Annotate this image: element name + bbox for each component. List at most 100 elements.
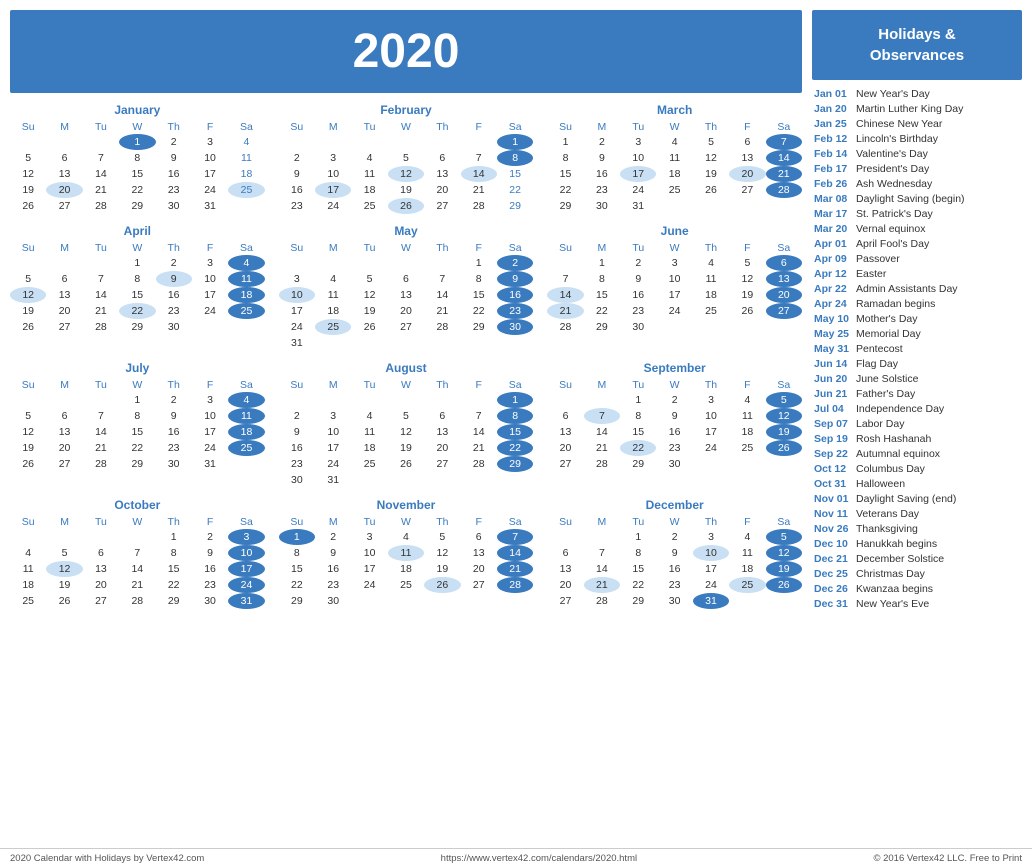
day-header: Tu — [351, 120, 387, 134]
calendar-day: 8 — [279, 545, 315, 561]
calendar-day: 14 — [424, 287, 460, 303]
calendar-day: 18 — [351, 182, 387, 198]
calendar-day: 10 — [315, 424, 351, 440]
holiday-name: Admin Assistants Day — [856, 283, 958, 295]
day-header: Su — [279, 515, 315, 529]
calendar-day: 10 — [192, 150, 228, 166]
calendar-day — [461, 392, 497, 408]
calendar-day: 18 — [228, 287, 264, 303]
calendar-day: 17 — [192, 166, 228, 182]
calendar-day: 2 — [656, 392, 692, 408]
holiday-name: New Year's Day — [856, 88, 930, 100]
holiday-item: Nov 01Daylight Saving (end) — [812, 491, 1022, 506]
day-header: Su — [279, 241, 315, 255]
calendar-day: 4 — [729, 529, 765, 545]
holiday-date: Apr 12 — [814, 268, 850, 280]
calendar-day — [424, 134, 460, 150]
calendar-day: 27 — [547, 593, 583, 609]
day-header: Su — [10, 120, 46, 134]
calendar-day: 23 — [497, 303, 533, 319]
holiday-name: Veterans Day — [856, 508, 919, 520]
month-title: May — [279, 224, 534, 238]
calendar-day: 1 — [547, 134, 583, 150]
calendar-day: 3 — [279, 271, 315, 287]
calendar-day: 26 — [729, 303, 765, 319]
calendar-day: 15 — [547, 166, 583, 182]
calendar-day: 2 — [192, 529, 228, 545]
calendar-day: 24 — [620, 182, 656, 198]
calendar-day — [584, 529, 620, 545]
day-header: M — [584, 120, 620, 134]
calendar-day: 17 — [228, 561, 264, 577]
calendar-day: 27 — [461, 577, 497, 593]
calendar-day: 24 — [351, 577, 387, 593]
calendar-day: 3 — [620, 134, 656, 150]
calendar-day: 16 — [279, 440, 315, 456]
calendar-day: 30 — [156, 198, 192, 214]
calendar-day: 14 — [497, 545, 533, 561]
holiday-name: Flag Day — [856, 358, 898, 370]
calendar-day: 15 — [119, 424, 155, 440]
calendar-day: 31 — [620, 198, 656, 214]
calendar-day: 23 — [279, 198, 315, 214]
calendar-day: 3 — [192, 255, 228, 271]
month-table: SuMTuWThFSa12345678910111213141516171819… — [279, 120, 534, 214]
holiday-date: Dec 31 — [814, 598, 850, 610]
calendar-day: 11 — [228, 408, 264, 424]
calendar-day: 1 — [461, 255, 497, 271]
calendar-day — [766, 456, 802, 472]
calendar-day: 2 — [315, 529, 351, 545]
calendar-day — [656, 198, 692, 214]
calendar-day: 8 — [620, 408, 656, 424]
calendar-day: 10 — [228, 545, 264, 561]
month-block: JulySuMTuWThFSa1234567891011121314151617… — [10, 361, 265, 488]
day-header: W — [119, 241, 155, 255]
calendar-day: 6 — [424, 408, 460, 424]
calendar-day: 12 — [388, 166, 424, 182]
calendar-day — [461, 472, 497, 488]
calendar-day: 9 — [620, 271, 656, 287]
calendar-day: 8 — [156, 545, 192, 561]
holiday-item: Mar 20Vernal equinox — [812, 221, 1022, 236]
calendar-day: 10 — [351, 545, 387, 561]
calendar-day: 13 — [461, 545, 497, 561]
day-header: Su — [10, 515, 46, 529]
calendar-day: 31 — [279, 335, 315, 351]
calendar-day: 4 — [388, 529, 424, 545]
calendar-day: 19 — [766, 424, 802, 440]
calendar-day: 5 — [351, 271, 387, 287]
calendar-day — [388, 255, 424, 271]
calendar-day — [351, 255, 387, 271]
day-header: Th — [424, 241, 460, 255]
holiday-item: May 31Pentecost — [812, 341, 1022, 356]
calendar-day: 9 — [156, 150, 192, 166]
calendar-day: 20 — [46, 303, 82, 319]
calendar-day: 11 — [10, 561, 46, 577]
holiday-item: Jan 01New Year's Day — [812, 86, 1022, 101]
calendar-day: 22 — [119, 303, 155, 319]
calendar-day: 7 — [83, 271, 119, 287]
calendar-day: 6 — [766, 255, 802, 271]
calendar-day — [424, 335, 460, 351]
calendar-day: 28 — [497, 577, 533, 593]
calendar-day: 26 — [46, 593, 82, 609]
holiday-item: Mar 08Daylight Saving (begin) — [812, 191, 1022, 206]
calendar-day: 26 — [693, 182, 729, 198]
calendar-day: 18 — [228, 166, 264, 182]
calendar-day — [424, 255, 460, 271]
calendar-day: 13 — [83, 561, 119, 577]
calendar-day — [192, 319, 228, 335]
calendar-day: 18 — [10, 577, 46, 593]
day-header: Sa — [766, 120, 802, 134]
day-header: F — [461, 241, 497, 255]
calendar-day: 6 — [461, 529, 497, 545]
day-header: M — [584, 515, 620, 529]
calendar-day: 7 — [83, 150, 119, 166]
month-block: DecemberSuMTuWThFSa123456789101112131415… — [547, 498, 802, 609]
holiday-name: Valentine's Day — [856, 148, 928, 160]
calendar-day — [351, 472, 387, 488]
holiday-date: May 31 — [814, 343, 850, 355]
holiday-item: Feb 17President's Day — [812, 161, 1022, 176]
calendar-day — [424, 593, 460, 609]
calendar-day: 30 — [279, 472, 315, 488]
